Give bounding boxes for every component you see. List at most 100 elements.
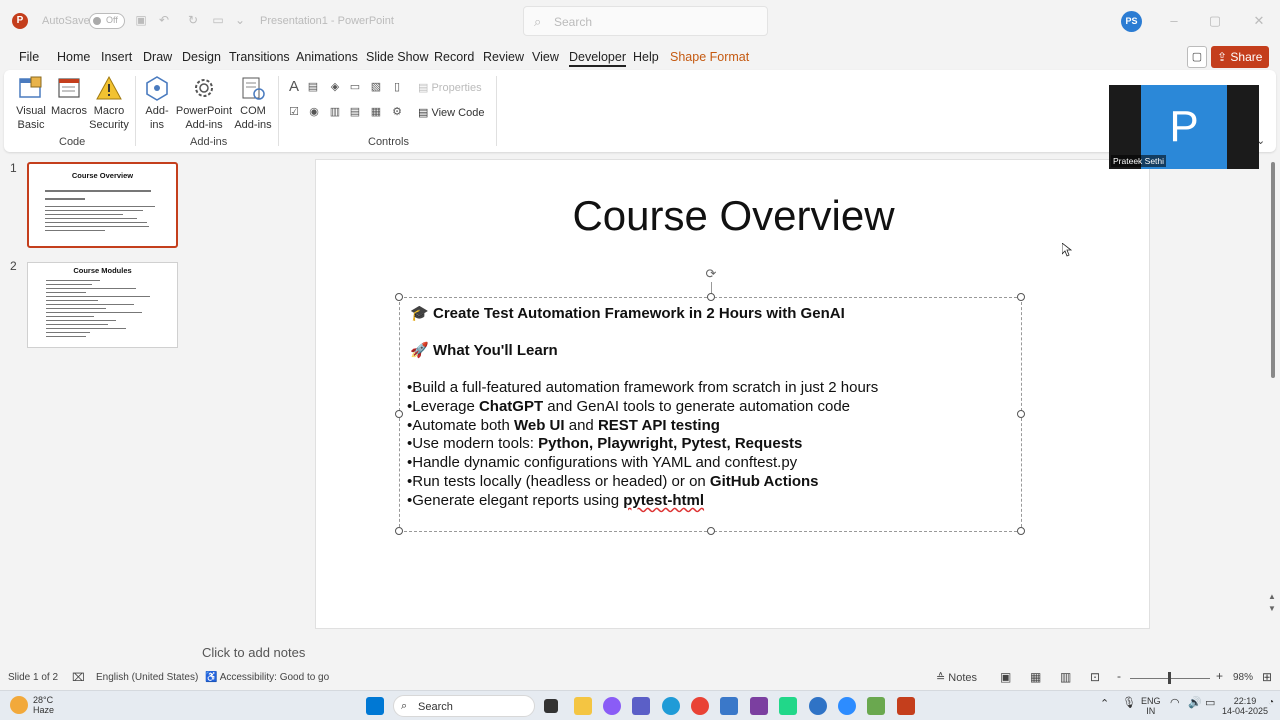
normal-view-icon[interactable]: ▣ [1000,670,1011,684]
autosave-toggle[interactable]: Off [89,13,125,29]
vertical-scrollbar[interactable]: ▲ ▼ [1268,160,1276,630]
taskbar-search[interactable]: ⌕ Search [393,695,535,717]
spin-button-control-icon[interactable]: ◈ [328,80,342,94]
volume-icon[interactable]: 🔊 [1188,698,1202,709]
file-explorer-icon[interactable] [574,697,592,715]
clock[interactable]: 22:19 14-04-2025 [1222,696,1268,716]
edge-icon[interactable] [662,697,680,715]
slide-show-icon[interactable]: ⊡ [1090,670,1100,684]
video-call-tile[interactable]: P Prateek Sethi [1109,85,1259,169]
content-textbox[interactable]: 🎓 Create Test Automation Framework in 2 H… [395,293,1025,535]
pycharm-icon[interactable] [779,697,797,715]
tab-animations[interactable]: Animations [296,50,358,64]
tab-view[interactable]: View [532,50,559,64]
visual-basic-button[interactable]: Visual Basic [12,74,50,132]
text-box-control-icon[interactable]: ▤ [306,80,320,94]
microphone-icon[interactable]: 🎙 [1122,698,1136,709]
slide-thumbnail-1[interactable]: Course Overview [27,162,178,248]
combo-box-control-icon[interactable]: ▤ [348,105,362,119]
save-icon[interactable]: ▣ [134,13,148,27]
wifi-icon[interactable]: ◠ [1170,698,1180,709]
resize-handle[interactable] [707,293,715,301]
zoom-app-icon[interactable] [838,697,856,715]
redo-icon[interactable]: ↻ [186,13,200,27]
tab-record[interactable]: Record [434,50,474,64]
present-icon[interactable]: ▭ [211,13,225,27]
command-button-control-icon[interactable]: ▭ [348,80,362,94]
macro-security-button[interactable]: Macro Security [88,74,130,132]
vscode-icon[interactable] [720,697,738,715]
zoom-slider-thumb[interactable] [1168,672,1171,684]
tab-review[interactable]: Review [483,50,524,64]
battery-icon[interactable]: ▭ [1205,698,1215,709]
scroll-bar-control-icon[interactable]: ▯ [390,80,404,94]
chrome-icon[interactable] [691,697,709,715]
powerpoint-add-ins-button[interactable]: PowerPoint Add-ins [174,74,234,132]
share-button[interactable]: ⇪ Share ⌄ [1211,46,1269,85]
notes-button[interactable]: ≙ Notes [936,671,977,684]
com-add-ins-button[interactable]: COM Add-ins [234,74,272,132]
user-avatar[interactable]: PS [1121,11,1142,32]
weather-widget[interactable]: 28°C Haze [33,695,54,715]
tab-insert[interactable]: Insert [101,50,132,64]
resize-handle[interactable] [1017,293,1025,301]
slide-title[interactable]: Course Overview [316,192,1151,240]
previous-slide-icon[interactable]: ▲ [1268,592,1276,601]
rotate-handle-icon[interactable]: ⟳ [704,267,718,281]
resize-handle[interactable] [395,293,403,301]
copilot-icon[interactable] [603,697,621,715]
more-controls-icon[interactable]: ⚙ [390,105,404,119]
slide-sorter-icon[interactable]: ▦ [1030,670,1041,684]
tab-home[interactable]: Home [57,50,90,64]
snipping-tool-icon[interactable] [867,697,885,715]
option-button-control-icon[interactable]: ◉ [307,105,321,119]
slide-thumbnail-2[interactable]: Course Modules [27,262,178,348]
customize-qat-icon[interactable]: ⌄ [233,13,247,27]
teams-icon[interactable] [632,697,650,715]
notes-placeholder[interactable]: Click to add notes [202,645,305,660]
resize-handle[interactable] [707,527,715,535]
chevron-up-icon[interactable]: ⌃ [1100,699,1109,710]
checkbox-control-icon[interactable]: ☑ [287,105,301,119]
tab-file[interactable]: File [19,50,39,64]
add-ins-button[interactable]: Add-ins [141,74,173,132]
tab-slide-show[interactable]: Slide Show [366,50,429,64]
properties-button[interactable]: ▤ Properties [418,81,482,94]
slide-canvas[interactable]: Course Overview ⟳ 🎓 Create Test Automatio… [315,159,1150,629]
scrollbar-thumb[interactable] [1271,162,1275,378]
language-status[interactable]: English (United States) [96,672,198,683]
reading-view-icon[interactable]: ▥ [1060,670,1071,684]
resize-handle[interactable] [395,527,403,535]
label-control-icon[interactable]: A [287,79,301,94]
accessibility-status[interactable]: ♿ Accessibility: Good to go [205,672,329,683]
windows-start-icon[interactable] [366,697,384,715]
task-view-icon[interactable] [544,699,558,713]
comments-button[interactable]: ▢ [1187,46,1207,68]
zoom-out-button[interactable]: - [1117,669,1121,683]
tab-developer[interactable]: Developer [569,50,626,67]
python-icon[interactable] [809,697,827,715]
language-indicator[interactable]: ENG IN [1141,696,1161,716]
macros-button[interactable]: Macros [50,74,88,118]
close-icon[interactable]: ✕ [1250,12,1268,30]
resize-handle[interactable] [1017,410,1025,418]
maximize-icon[interactable]: ▢ [1206,12,1224,30]
powerpoint-taskbar-icon[interactable] [897,697,915,715]
tab-shape-format[interactable]: Shape Format [670,50,749,64]
tab-draw[interactable]: Draw [143,50,172,64]
minimize-icon[interactable]: – [1165,12,1183,30]
resize-handle[interactable] [395,410,403,418]
notifications-icon[interactable]: ◔ [1268,698,1274,708]
weather-icon[interactable] [10,696,28,714]
tab-transitions[interactable]: Transitions [229,50,290,64]
toggle-button-control-icon[interactable]: ▦ [369,105,383,119]
tab-help[interactable]: Help [633,50,659,64]
next-slide-icon[interactable]: ▼ [1268,604,1276,613]
zoom-level[interactable]: 98% [1233,672,1253,683]
zoom-in-button[interactable]: + [1216,669,1223,683]
search-input[interactable]: ⌕ Search [523,6,768,36]
image-control-icon[interactable]: ▧ [369,80,383,94]
fit-slide-icon[interactable]: ⊞ [1262,670,1272,684]
list-box-control-icon[interactable]: ▥ [328,105,342,119]
tab-design[interactable]: Design [182,50,221,64]
